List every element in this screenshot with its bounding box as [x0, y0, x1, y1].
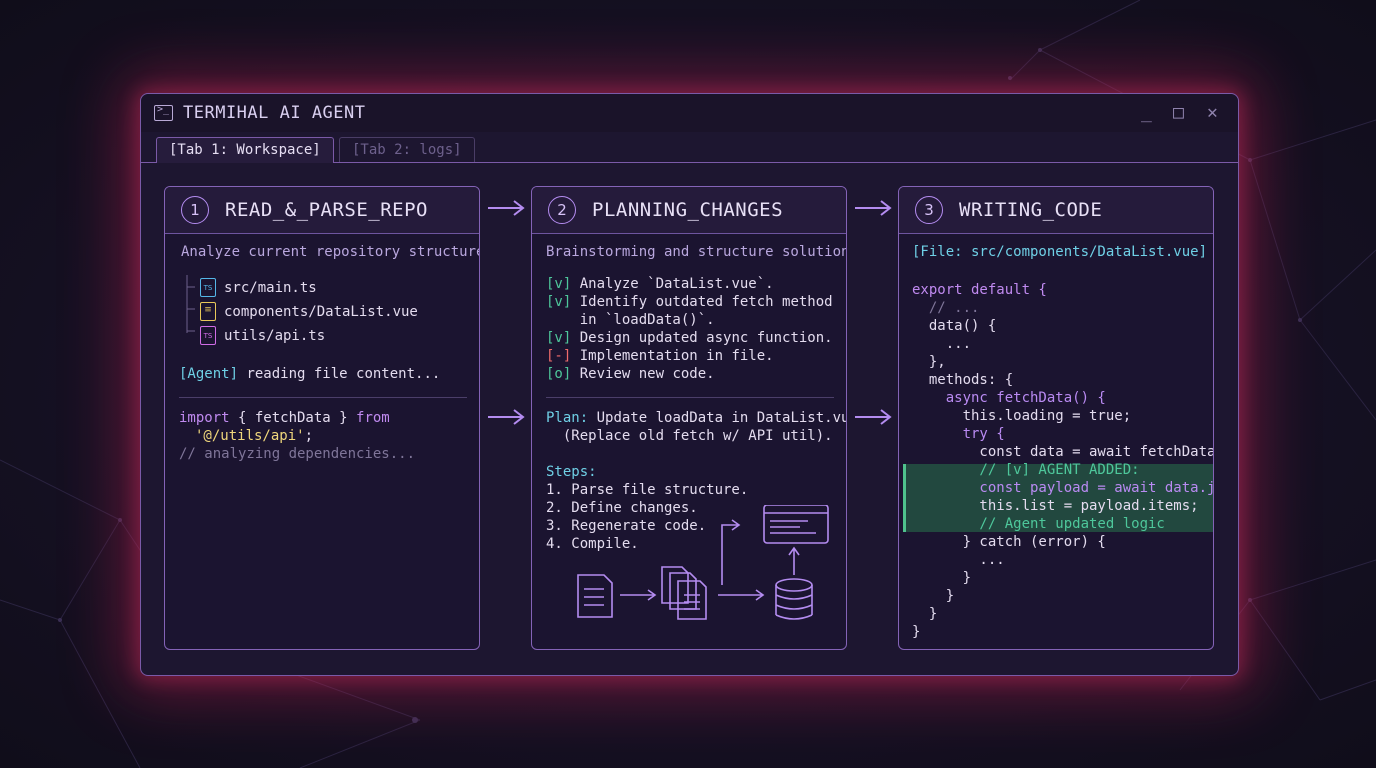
checklist-item: in `loadData()`. [546, 311, 715, 329]
code-text: { fetchData } [229, 410, 357, 426]
code-line: try { [912, 426, 1005, 442]
panel-title: READ_&_PARSE_REPO [225, 199, 428, 221]
pending-mark: [o] [546, 366, 572, 382]
tab-logs[interactable]: [Tab 2: logs] [339, 137, 475, 162]
checklist-text: Analyze `DataList.vue`. [571, 276, 774, 292]
checklist-text: in `loadData()`. [546, 312, 715, 328]
code-line: } [912, 570, 972, 586]
panel-header: 3 WRITING_CODE [899, 187, 1213, 234]
step-item: 1. Parse file structure. [546, 482, 749, 498]
code-line: } [912, 588, 955, 604]
code-text: ; [304, 428, 314, 444]
plan-text: Update loadData in DataList.vue [588, 410, 847, 426]
divider [179, 397, 467, 398]
code-line: import { fetchData } from [179, 409, 390, 427]
window-title: TERMIHAL AI AGENT [183, 103, 366, 123]
checklist-text: Implementation in file. [571, 348, 774, 364]
code-line: this.loading = true; [912, 408, 1132, 424]
panel-subtitle: Analyze current repository structure. [181, 244, 480, 260]
file-header: [File: src/components/DataList.vue] [912, 244, 1208, 260]
document-file-icon: ≡ [200, 302, 216, 321]
code-line: methods: { [912, 372, 1014, 388]
panel-title: PLANNING_CHANGES [592, 199, 784, 221]
keyword: import [179, 410, 230, 426]
panel-subtitle: Brainstorming and structure solution. [546, 244, 847, 260]
arrow-right-icon [855, 200, 892, 216]
checklist-item: [o] Review new code. [546, 365, 715, 383]
minimize-button[interactable]: _ [1141, 102, 1152, 123]
checklist-text: Design updated async function. [571, 330, 833, 346]
panel-header: 1 READ_&_PARSE_REPO [165, 187, 479, 234]
arrow-right-icon [855, 409, 892, 425]
code-line: async fetchData() { [912, 390, 1106, 406]
code-comment: // analyzing dependencies... [179, 446, 416, 462]
terminal-icon: >_ [154, 104, 173, 121]
code-line: ... [912, 336, 972, 352]
arrow-right-icon [488, 200, 525, 216]
divider [546, 397, 834, 398]
file-tree-item[interactable]: utils/api.ts [224, 327, 325, 345]
code-line-added: const payload = await data.json(); [979, 480, 1214, 496]
checklist-item: [v] Analyze `DataList.vue`. [546, 275, 774, 293]
plan-line: Plan: Update loadData in DataList.vue [546, 409, 847, 427]
code-line: const data = await fetchData(); [912, 444, 1214, 460]
check-mark: [v] [546, 276, 572, 292]
title-bar[interactable]: >_ TERMIHAL AI AGENT _ □ ✕ [141, 94, 1238, 132]
check-mark: [v] [546, 294, 572, 310]
close-button[interactable]: ✕ [1207, 102, 1218, 123]
checklist-text: Identify outdated fetch method [571, 294, 833, 310]
panel-planning-changes: 2 PLANNING_CHANGES Brainstorming and str… [531, 186, 847, 650]
checklist-item: [-] Implementation in file. [546, 347, 774, 365]
agent-status-text: reading file content... [238, 366, 441, 382]
agent-tag: [Agent] [179, 366, 239, 382]
terminal-window: >_ TERMIHAL AI AGENT _ □ ✕ [Tab 1: Works… [140, 93, 1239, 676]
code-line-added: // [v] AGENT ADDED: [912, 462, 1140, 478]
panel-header: 2 PLANNING_CHANGES [532, 187, 846, 234]
panel-read-parse-repo: 1 READ_&_PARSE_REPO Analyze current repo… [164, 186, 480, 650]
string-literal: '@/utils/api' [195, 428, 305, 444]
code-line: } catch (error) { [912, 534, 1106, 550]
file-tree-item[interactable]: src/main.ts [224, 279, 317, 297]
code-line: }, [912, 354, 946, 370]
checklist-item: [v] Identify outdated fetch method [546, 293, 833, 311]
progress-mark: [-] [546, 348, 572, 364]
code-line: } [912, 624, 921, 640]
plan-note: (Replace old fetch w/ API util). [546, 428, 833, 444]
plan-label: Plan: [546, 410, 589, 426]
code-line: ... [912, 552, 1005, 568]
maximize-button[interactable]: □ [1173, 102, 1184, 123]
step-number: 2 [548, 196, 576, 224]
arrow-right-icon [488, 409, 525, 425]
typescript-file-icon: TS [200, 278, 216, 297]
tab-workspace[interactable]: [Tab 1: Workspace] [156, 137, 334, 163]
keyword: from [356, 410, 390, 426]
steps-label: Steps: [546, 464, 597, 480]
panel-writing-code: 3 WRITING_CODE [File: src/components/Dat… [898, 186, 1214, 650]
checklist-text: Review new code. [571, 366, 715, 382]
file-tree-item[interactable]: components/DataList.vue [224, 303, 418, 321]
step-number: 3 [915, 196, 943, 224]
code-line: '@/utils/api'; [195, 427, 313, 445]
code-line: } [912, 606, 938, 622]
step-number: 1 [181, 196, 209, 224]
agent-status-line: [Agent] reading file content... [179, 365, 440, 383]
code-line-added: this.list = payload.items; [912, 498, 1199, 514]
file-tree-lines [186, 275, 195, 333]
check-mark: [v] [546, 330, 572, 346]
panel-title: WRITING_CODE [959, 199, 1103, 221]
code-line: // ... [912, 300, 980, 316]
code-line: export default { [912, 282, 1047, 298]
tab-bar: [Tab 1: Workspace] [Tab 2: logs] [141, 132, 1238, 163]
code-line: data() { [912, 318, 997, 334]
pipeline-diagram-icon [577, 505, 829, 620]
code-line-added: // Agent updated logic [912, 516, 1165, 532]
typescript-file-icon: TS [200, 326, 216, 345]
checklist-item: [v] Design updated async function. [546, 329, 833, 347]
